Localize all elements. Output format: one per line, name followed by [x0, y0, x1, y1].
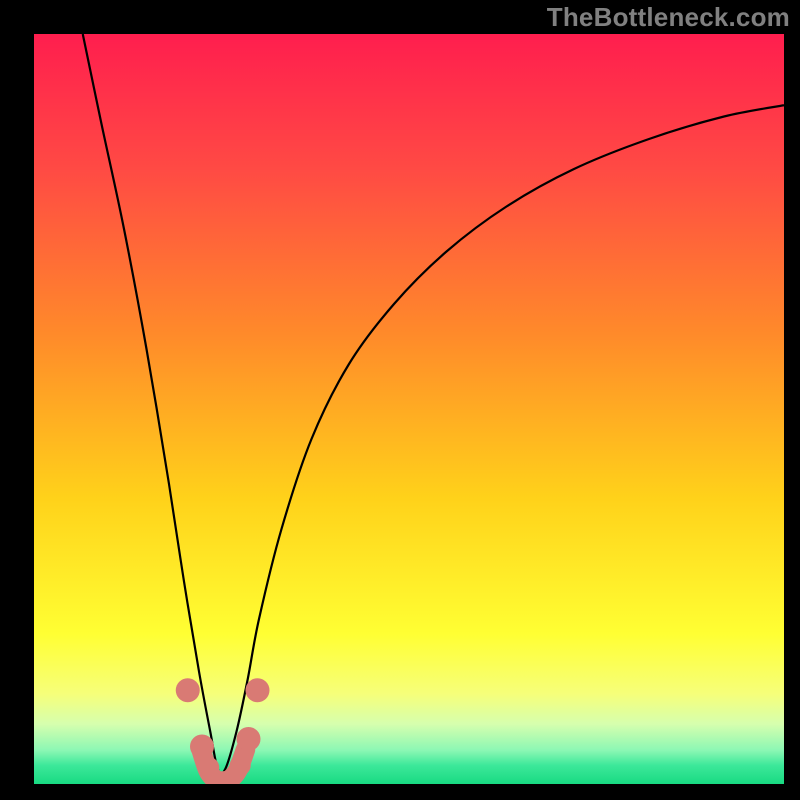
right-lower-dot	[230, 755, 251, 776]
plot-area	[34, 34, 784, 784]
chart-svg	[34, 34, 784, 784]
left-upper-dot	[176, 678, 200, 702]
left-mid-dot	[190, 735, 214, 759]
left-lower-dot	[198, 757, 219, 778]
right-upper-dot	[246, 678, 270, 702]
chart-frame: TheBottleneck.com	[0, 0, 800, 800]
gradient-background	[34, 34, 784, 784]
watermark-text: TheBottleneck.com	[547, 2, 790, 33]
right-mid-dot	[237, 727, 261, 751]
